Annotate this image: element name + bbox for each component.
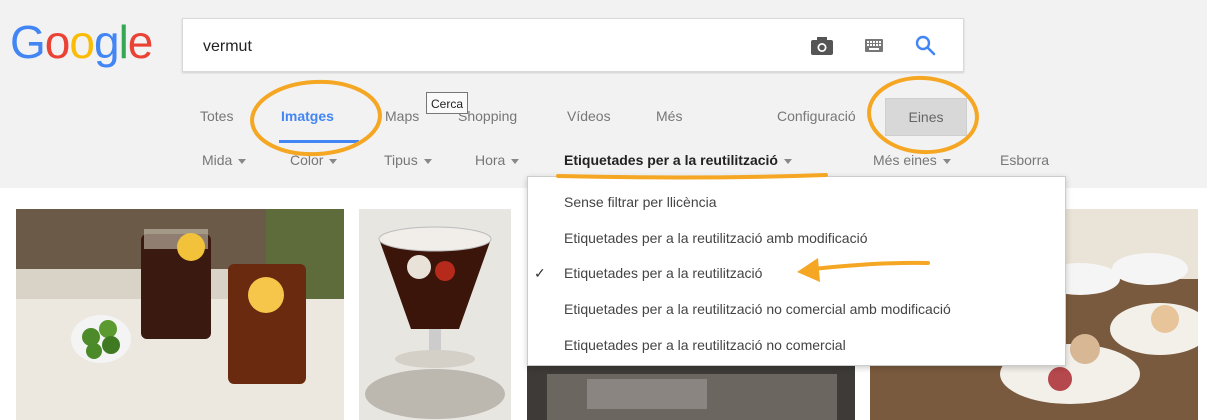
chevron-down-icon	[942, 158, 951, 164]
menu-item[interactable]: Sense filtrar per llicència	[564, 194, 717, 210]
filter-label: Etiquetades per a la reutilització	[564, 152, 778, 168]
logo-letter: g	[93, 16, 120, 68]
logo-letter: G	[10, 16, 46, 68]
image-thumbnail[interactable]	[16, 209, 344, 420]
active-tab-indicator	[279, 140, 359, 143]
menu-item[interactable]: Etiquetades per a la reutilització amb m…	[564, 230, 868, 246]
filter-label: Color	[290, 152, 324, 168]
tab-imatges[interactable]: Imatges	[281, 108, 334, 124]
filter-size[interactable]: Mida	[202, 152, 247, 168]
tab-maps[interactable]: Maps	[385, 108, 419, 124]
search-box	[182, 18, 964, 72]
logo-letter: o	[44, 16, 71, 68]
menu-item[interactable]: Etiquetades per a la reutilització no co…	[564, 301, 951, 317]
filter-label: Hora	[475, 152, 506, 168]
filter-color[interactable]: Color	[290, 152, 338, 168]
filter-more-tools[interactable]: Més eines	[873, 152, 951, 168]
tab-videos[interactable]: Vídeos	[567, 108, 611, 124]
filter-type[interactable]: Tipus	[384, 152, 432, 168]
camera-icon[interactable]	[811, 37, 833, 55]
clear-filters-link[interactable]: Esborra	[1000, 152, 1049, 168]
filter-label: Més eines	[873, 152, 937, 168]
keyboard-icon[interactable]	[865, 39, 883, 52]
logo-letter: e	[127, 16, 154, 68]
tools-button[interactable]: Eines	[885, 98, 967, 136]
filter-time[interactable]: Hora	[475, 152, 520, 168]
menu-item[interactable]: Etiquetades per a la reutilització no co…	[564, 337, 846, 353]
usage-rights-menu: Sense filtrar per llicència Etiquetades …	[527, 176, 1066, 366]
chevron-down-icon	[329, 158, 338, 164]
chevron-down-icon	[511, 158, 520, 164]
chevron-down-icon	[238, 158, 247, 164]
chevron-down-icon	[423, 158, 432, 164]
settings-link[interactable]: Configuració	[777, 108, 856, 124]
tab-totes[interactable]: Totes	[200, 108, 233, 124]
check-icon: ✓	[534, 265, 546, 281]
tab-mes[interactable]: Més	[656, 108, 682, 124]
filter-label: Mida	[202, 152, 233, 168]
search-icon[interactable]	[914, 34, 936, 56]
filter-usage-rights[interactable]: Etiquetades per a la reutilització	[564, 152, 792, 168]
google-logo[interactable]: Google	[10, 14, 154, 70]
search-tooltip: Cerca	[426, 92, 469, 114]
chevron-down-icon	[783, 158, 792, 164]
filter-label: Tipus	[384, 152, 418, 168]
logo-letter: o	[69, 16, 95, 68]
menu-item-selected[interactable]: Etiquetades per a la reutilització	[564, 265, 762, 281]
image-thumbnail[interactable]	[359, 209, 511, 420]
logo-letter: l	[118, 16, 129, 68]
search-input[interactable]	[201, 33, 805, 61]
